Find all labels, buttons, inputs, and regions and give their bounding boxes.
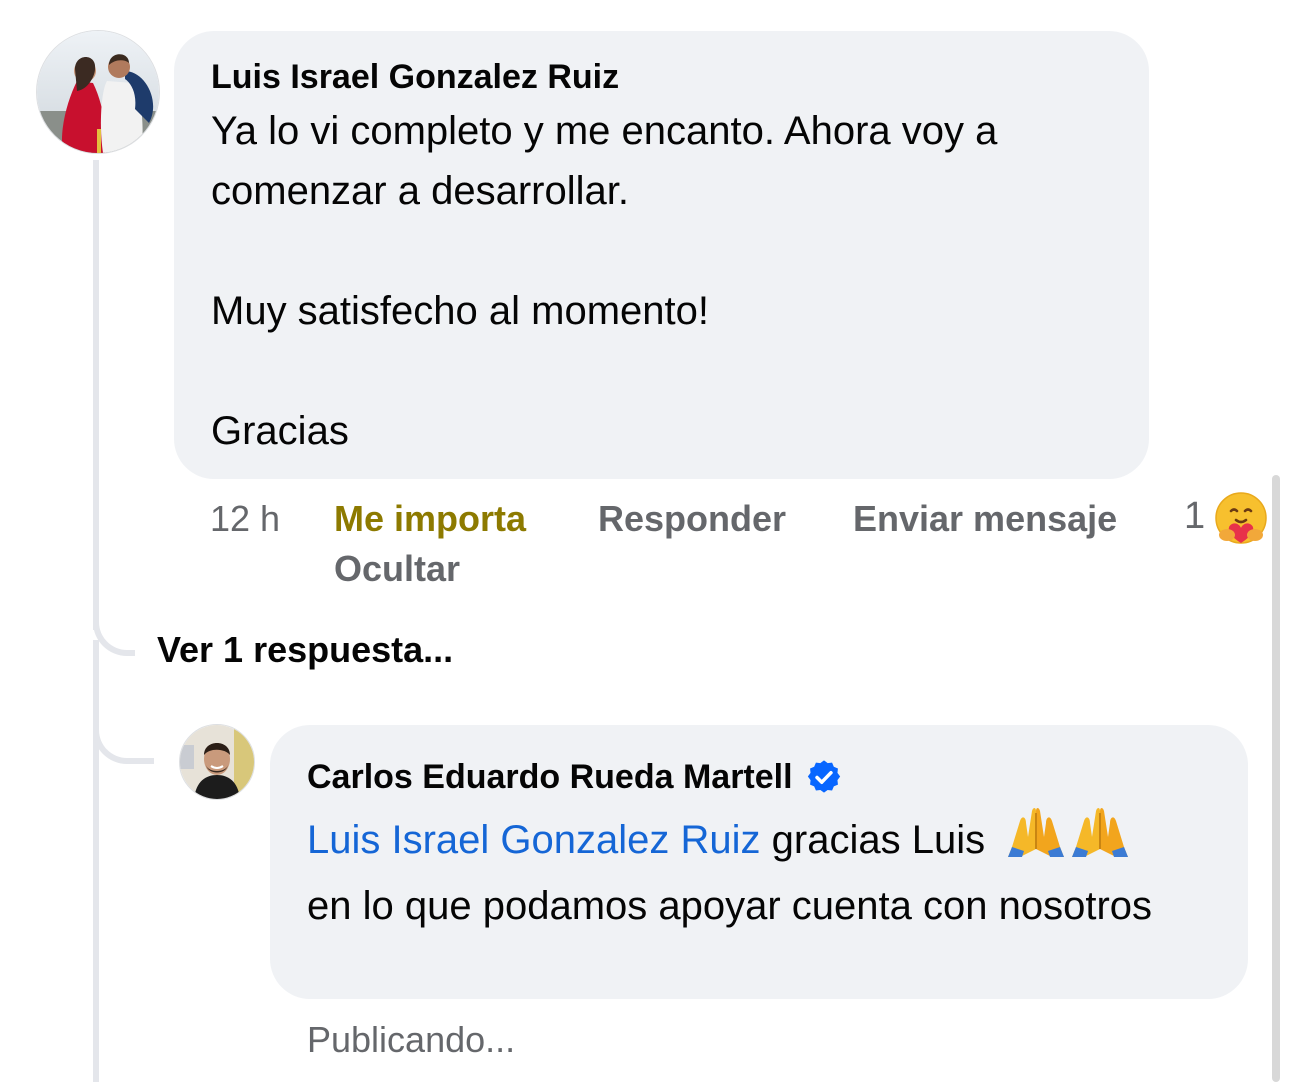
reply-line-1: Luis Israel Gonzalez Ruiz gracias Luis [307,807,1211,876]
verified-badge-icon [805,758,843,796]
hide-button[interactable]: Ocultar [334,547,460,591]
thread-connector-reply [93,700,154,764]
comment-paragraph-3: Gracias [211,409,349,453]
reply-author[interactable]: Carlos Eduardo Rueda Martell [307,757,1211,797]
comment-author[interactable]: Luis Israel Gonzalez Ruiz [211,57,1112,97]
comment-author-name[interactable]: Luis Israel Gonzalez Ruiz [211,57,619,97]
reaction-count[interactable]: 1 [1184,494,1205,538]
reply-line-2: en lo que podamos apoyar cuenta con noso… [307,884,1153,928]
reply-author-name[interactable]: Carlos Eduardo Rueda Martell [307,757,793,797]
avatar-luis[interactable] [36,30,160,154]
comment-bubble: Luis Israel Gonzalez Ruiz Ya lo vi compl… [174,31,1149,479]
thread-line-top [93,160,99,630]
reply-mention[interactable]: Luis Israel Gonzalez Ruiz [307,818,761,862]
care-emoji-icon[interactable] [1214,491,1268,545]
comment-paragraph-1: Ya lo vi completo y me encanto. Ahora vo… [211,109,998,213]
like-button[interactable]: Me importa [334,497,526,541]
view-replies-link[interactable]: Ver 1 respuesta... [157,628,453,672]
send-message-button[interactable]: Enviar mensaje [853,497,1117,541]
reply-bubble: Carlos Eduardo Rueda Martell Luis Israel… [270,725,1248,999]
reply-button[interactable]: Responder [598,497,786,541]
scrollbar[interactable] [1272,475,1280,1082]
folded-hands-icon [1006,807,1066,876]
avatar-carlos[interactable] [179,724,255,800]
folded-hands-icon [1070,807,1130,876]
thread-connector-replies [93,590,135,656]
comment-text: Ya lo vi completo y me encanto. Ahora vo… [211,101,1112,461]
posting-status: Publicando... [307,1019,516,1060]
comment-paragraph-2: Muy satisfecho al momento! [211,289,709,333]
comment-timestamp[interactable]: 12 h [210,497,280,541]
reply-text-after-mention: gracias Luis [760,818,986,862]
reply-text: Luis Israel Gonzalez Ruiz gracias Luis e… [307,807,1211,936]
